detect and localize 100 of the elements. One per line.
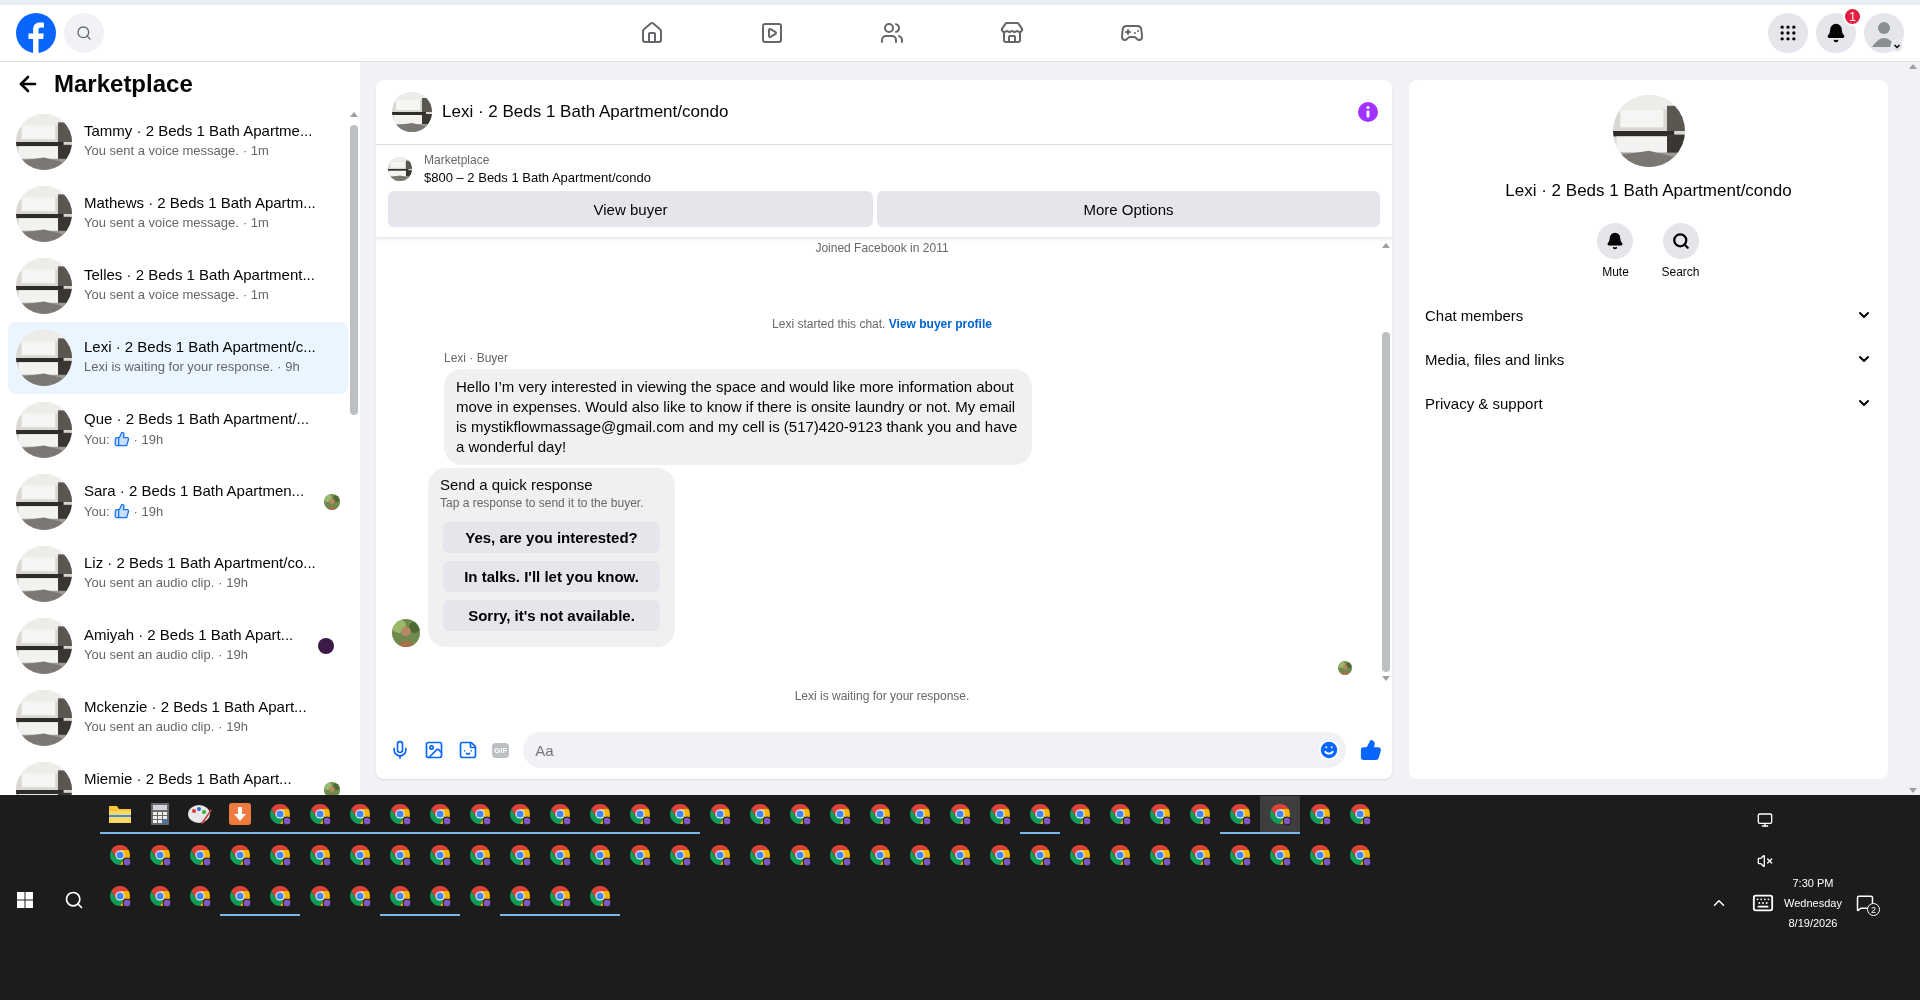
browser-icon xyxy=(828,843,852,867)
conversation-item[interactable]: Lexi · 2 Beds 1 Bath Apartment/c... Lexi is waiting for your response. · 9h xyxy=(8,322,348,394)
conversation-item[interactable]: Amiyah · 2 Beds 1 Bath Apart... You sent an audio clip. · 19h xyxy=(8,610,348,682)
browser-icon xyxy=(468,802,492,826)
browser-icon xyxy=(148,843,172,867)
like-icon[interactable] xyxy=(1360,739,1382,761)
grid-icon xyxy=(1778,23,1798,43)
browser-icon xyxy=(1228,843,1252,867)
taskbar-app[interactable] xyxy=(1260,796,1300,834)
action-button[interactable]: View buyer xyxy=(388,191,874,227)
clock-day: Wednesday xyxy=(1784,897,1842,909)
listing-source: Marketplace xyxy=(424,153,491,167)
bell-icon xyxy=(1826,23,1846,43)
message-field[interactable]: Aa xyxy=(523,732,1346,768)
clock-date: 8/19/2026 xyxy=(1788,917,1838,929)
browser-icon xyxy=(1308,843,1332,867)
conversation-item[interactable]: Telles · 2 Beds 1 Bath Apartment... You sent a voice message. · 1m xyxy=(8,250,348,322)
folder-icon xyxy=(108,804,132,824)
conversation-preview: You sent an audio clip. xyxy=(84,647,215,662)
account-button[interactable] xyxy=(1864,13,1904,53)
browser-icon xyxy=(588,843,612,867)
browser-icon xyxy=(948,802,972,826)
chat-title: Lexi · 2 Beds 1 Bath Apartment/condo xyxy=(442,102,730,122)
browser-icon xyxy=(828,802,852,826)
quick-response-button[interactable]: In talks. I'll let you know. xyxy=(443,561,660,592)
action-label: Search xyxy=(1661,265,1700,279)
image-icon[interactable] xyxy=(424,740,444,760)
browser-icon xyxy=(748,843,772,867)
view-buyer-profile-link[interactable]: View buyer profile xyxy=(888,317,992,331)
status-note: Lexi is waiting for your response. xyxy=(794,689,970,703)
logo-icon[interactable] xyxy=(16,13,56,53)
browser-icon xyxy=(748,802,772,826)
action-button[interactable]: More Options xyxy=(877,191,1380,227)
conversation-item[interactable]: Mckenzie · 2 Beds 1 Bath Apart... You sent an audio clip. · 19h xyxy=(8,682,348,754)
conversation-title: Lexi · 2 Beds 1 Bath Apartment/condo xyxy=(1505,181,1792,201)
sticker-icon[interactable] xyxy=(458,740,478,760)
message-text-input[interactable]: Aa xyxy=(533,740,1318,760)
chat-start-note: Lexi started this chat. View buyer profile xyxy=(772,317,992,331)
browser-icon xyxy=(668,843,692,867)
search-icon xyxy=(76,25,92,41)
conversation-time: · 1m xyxy=(242,143,269,158)
browser-icon xyxy=(348,802,372,826)
browser-icon xyxy=(1348,802,1372,826)
browser-icon xyxy=(148,884,172,908)
conversation-time: · 1m xyxy=(242,215,269,230)
clock[interactable]: 7:30 PM Wednesday 8/19/2026 xyxy=(1780,877,1846,929)
emoji-icon[interactable] xyxy=(1318,739,1340,761)
browser-icon xyxy=(908,802,932,826)
browser-icon xyxy=(788,802,812,826)
browser-icon xyxy=(548,843,572,867)
browser-icon xyxy=(428,884,452,908)
browser-icon xyxy=(548,802,572,826)
section-header[interactable]: Chat members xyxy=(1417,293,1880,337)
mute-button[interactable] xyxy=(1597,223,1634,259)
notifications-button[interactable]: 2 xyxy=(1851,890,1878,916)
browser-icon xyxy=(1068,802,1092,826)
conversation-time: · 19h xyxy=(133,431,164,447)
browser-icon xyxy=(508,884,532,908)
info-icon[interactable] xyxy=(1358,102,1378,122)
browser-icon xyxy=(1108,802,1132,826)
browser-icon xyxy=(268,802,292,826)
conversation-time: · 19h xyxy=(218,647,248,662)
browser-icon xyxy=(788,843,812,867)
conversation-item[interactable]: Sara · 2 Beds 1 Bath Apartmen... You: · 19h xyxy=(8,466,348,538)
menu-button[interactable] xyxy=(1768,13,1808,53)
browser-icon xyxy=(548,884,572,908)
notification-count: 2 xyxy=(1866,903,1880,916)
conversation-item[interactable]: Que · 2 Beds 1 Bath Apartment/... You: · 19h xyxy=(8,394,348,466)
browser-icon xyxy=(468,884,492,908)
quick-response-button[interactable]: Yes, are you interested? xyxy=(443,522,660,553)
quick-response-title: Send a quick response xyxy=(440,476,594,493)
browser-icon xyxy=(908,843,932,867)
windows-logo-icon xyxy=(16,891,33,908)
quick-response-hint: Tap a response to send it to the buyer. xyxy=(440,496,645,510)
browser-icon xyxy=(188,884,212,908)
conversation-time: · 1m xyxy=(242,287,269,302)
section-header[interactable]: Privacy & support xyxy=(1417,381,1880,425)
conversation-item[interactable]: Tammy · 2 Beds 1 Bath Apartme... You sent a voice message. · 1m xyxy=(8,106,348,178)
section-label: Chat members xyxy=(1425,306,1524,324)
quick-response-button[interactable]: Sorry, it's not available. xyxy=(443,600,660,631)
browser-icon xyxy=(1148,843,1172,867)
listing-summary: $800 – 2 Beds 1 Bath Apartment/condo xyxy=(424,170,651,185)
conversation-time: · 19h xyxy=(133,503,164,519)
search-button[interactable] xyxy=(1662,223,1699,259)
conversation-item[interactable]: Mathews · 2 Beds 1 Bath Apartm... You sent a voice message. · 1m xyxy=(8,178,348,250)
browser-icon xyxy=(508,843,532,867)
browser-icon xyxy=(108,884,132,908)
conversation-name: Miemie · 2 Beds 1 Bath Apart... xyxy=(84,770,293,787)
browser-icon xyxy=(188,843,212,867)
calculator-icon xyxy=(151,803,169,825)
browser-icon xyxy=(988,802,1012,826)
conversation-item[interactable]: Liz · 2 Beds 1 Bath Apartment/co... You sent an audio clip. · 19h xyxy=(8,538,348,610)
browser-icon xyxy=(228,884,252,908)
keyboard-icon[interactable] xyxy=(1752,892,1774,914)
conversation-time: · 9h xyxy=(277,359,300,374)
section-header[interactable]: Media, files and links xyxy=(1417,337,1880,381)
conversation-preview: You: xyxy=(84,503,110,519)
browser-icon xyxy=(868,843,892,867)
conversation-name: Sara · 2 Beds 1 Bath Apartmen... xyxy=(84,482,306,499)
microphone-icon[interactable] xyxy=(390,740,410,760)
